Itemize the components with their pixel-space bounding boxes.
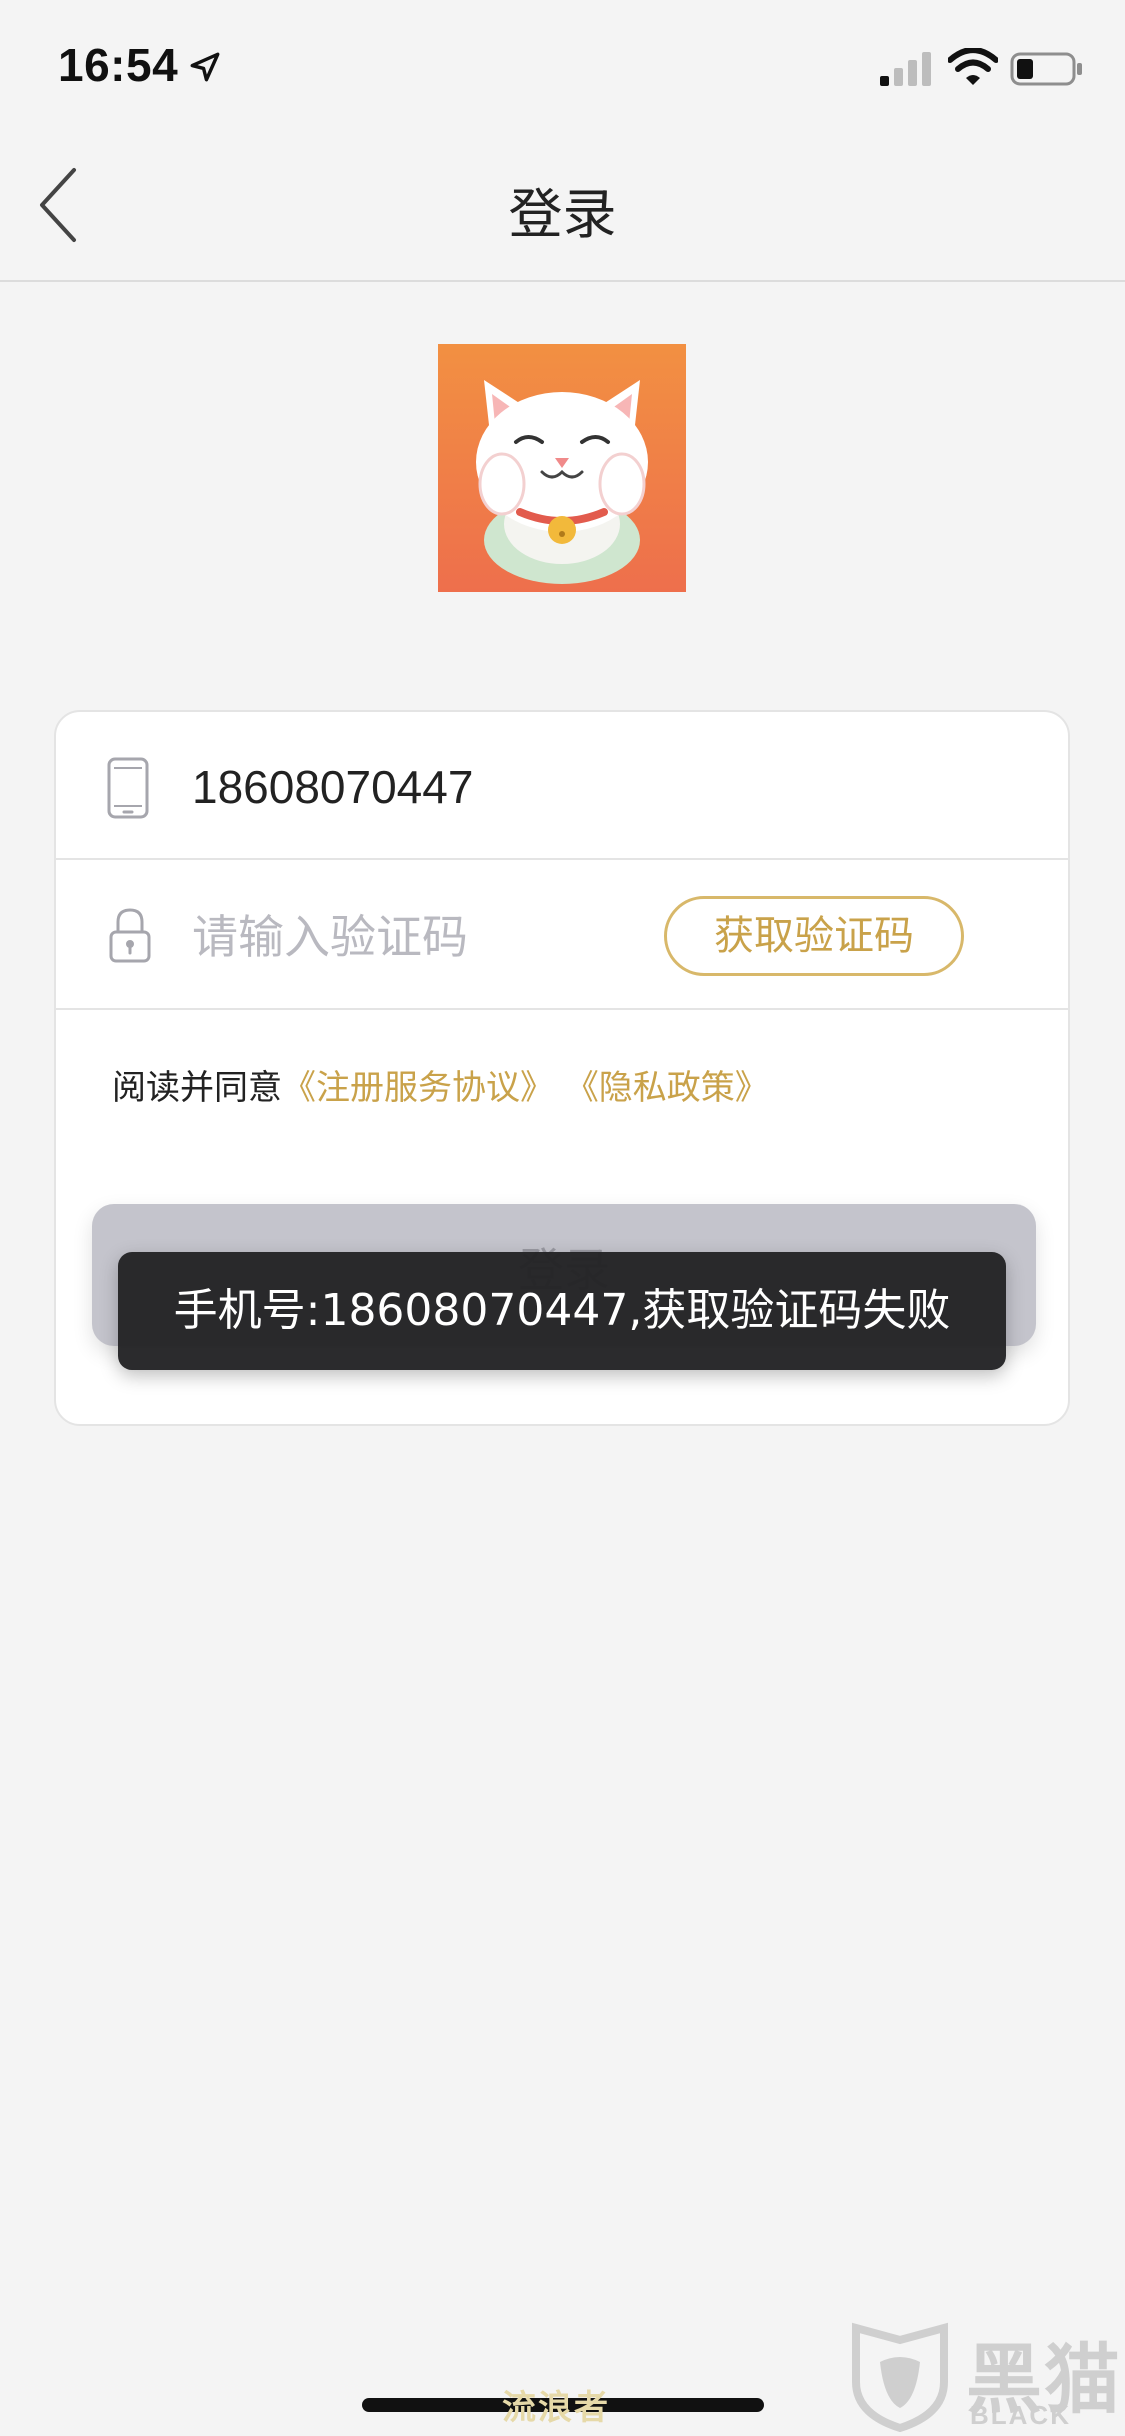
page-title: 登录	[508, 183, 617, 246]
agreement-prefix: 阅读并同意	[112, 1068, 282, 1108]
watermark-brand-en: BLACK CAT	[970, 2400, 1071, 2436]
terms-link[interactable]: 《注册服务协议》	[282, 1068, 554, 1108]
cellular-signal-icon	[880, 52, 931, 86]
login-screen: 16:54 登录 18608070447 请输入验证码 获取验证码 阅读并同意《…	[0, 0, 1125, 2436]
error-toast: 手机号:18608070447,获取验证码失败	[118, 1252, 1006, 1370]
privacy-link[interactable]: 《隐私政策》	[565, 1068, 769, 1108]
status-bar: 16:54	[0, 0, 1125, 132]
get-code-button[interactable]: 获取验证码	[664, 896, 964, 976]
lock-icon	[109, 908, 151, 963]
phone-input[interactable]	[192, 752, 792, 822]
status-time: 16:54	[58, 39, 179, 91]
phone-row	[56, 712, 1068, 860]
agreement-text: 阅读并同意《注册服务协议》 《隐私政策》	[112, 1060, 769, 1109]
location-arrow-icon	[190, 52, 220, 82]
watermark-text: 流浪者	[502, 2388, 610, 2428]
battery-icon	[1010, 52, 1082, 86]
nav-bar: 登录	[0, 132, 1125, 282]
lucky-cat-logo	[438, 344, 686, 592]
phone-icon	[107, 757, 149, 819]
verification-code-input[interactable]	[192, 902, 612, 972]
wifi-icon	[948, 48, 998, 85]
black-cat-logo-icon	[852, 2322, 948, 2432]
code-row: 获取验证码	[56, 860, 1068, 1010]
